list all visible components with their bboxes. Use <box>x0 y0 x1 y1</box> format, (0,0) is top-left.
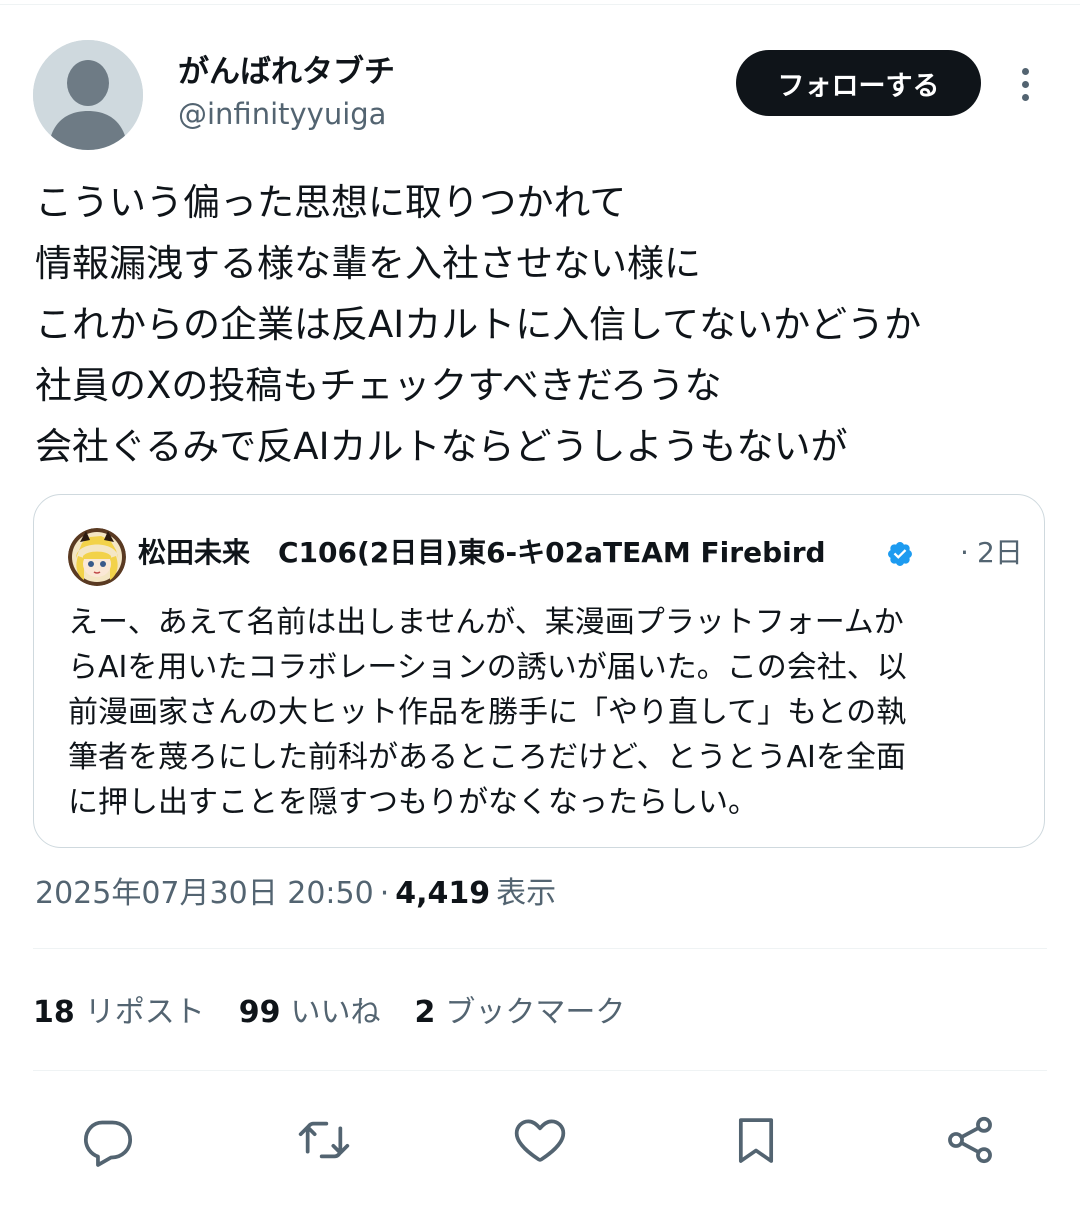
quote-timestamp[interactable]: 2日 <box>977 535 1023 571</box>
top-divider <box>0 4 1080 5</box>
bookmarks-count: 2 <box>414 995 436 1030</box>
quote-author-name[interactable]: 松田未来 C106(2日目)東6-キ02aTEAM Firebird <box>138 535 826 571</box>
quote-text-line: に押し出すことを隠すつもりがなくなったらしい。 <box>68 785 758 820</box>
tweet-text-line: これからの企業は反AIカルトに入信してないかどうか <box>35 303 922 346</box>
reposts-label: リポスト <box>84 995 205 1030</box>
bookmarks-label: ブックマーク <box>445 995 626 1030</box>
anime-avatar-icon <box>68 528 126 586</box>
meta-divider <box>33 948 1047 949</box>
tweet-text-line: 社員のXの投稿もチェックすべきだろうな <box>35 364 722 407</box>
likes-label: いいね <box>290 995 381 1030</box>
repost-icon[interactable] <box>296 1112 352 1168</box>
meta-separator: · <box>379 876 390 911</box>
stats-divider <box>33 1070 1047 1071</box>
share-icon[interactable] <box>942 1112 998 1168</box>
reposts-stat[interactable]: 18 リポスト <box>33 993 205 1033</box>
quote-text-line: 筆者を蔑ろにした前科があるところだけど、とうとうAIを全面 <box>68 740 906 775</box>
tweet-text: こういう偏った思想に取りつかれて 情報漏洩する様な輩を入社させない様に これから… <box>35 172 1045 477</box>
tweet-meta: 2025年07月30日 20:50 · 4,419 表示 <box>35 874 556 914</box>
author-avatar[interactable] <box>33 40 143 150</box>
views-count: 4,419 <box>395 876 491 911</box>
like-icon[interactable] <box>512 1112 568 1168</box>
likes-stat[interactable]: 99 いいね <box>239 993 381 1033</box>
quote-tweet-text: えー、あえて名前は出しませんが、某漫画プラットフォームか らAIを用いたコラボレ… <box>68 600 1013 825</box>
tweet-text-line: 情報漏洩する様な輩を入社させない様に <box>35 242 701 285</box>
tweet-timestamp[interactable]: 2025年07月30日 20:50 <box>35 876 374 911</box>
engagement-stats: 18 リポスト 99 いいね 2 ブックマーク <box>33 993 625 1033</box>
tweet-text-line: 会社ぐるみで反AIカルトならどうしようもないが <box>35 425 848 468</box>
more-vertical-icon[interactable] <box>1004 62 1046 106</box>
default-avatar-icon <box>33 40 143 150</box>
bookmarks-stat[interactable]: 2 ブックマーク <box>415 993 626 1033</box>
author-display-name[interactable]: がんばれタブチ <box>178 52 395 92</box>
bookmark-icon[interactable] <box>728 1112 784 1168</box>
author-handle[interactable]: @infinityyuiga <box>178 96 386 132</box>
likes-count: 99 <box>238 995 281 1030</box>
quote-tweet-card[interactable]: 松田未来 C106(2日目)東6-キ02aTEAM Firebird · 2日 … <box>33 494 1045 848</box>
quote-text-line: 前漫画家さんの大ヒット作品を勝手に「やり直して」もとの執 <box>68 695 907 730</box>
quote-separator: · <box>960 536 969 569</box>
quote-text-line: らAIを用いたコラボレーションの誘いが届いた。この会社、以 <box>68 650 907 685</box>
quote-text-line: えー、あえて名前は出しませんが、某漫画プラットフォームか <box>68 605 904 640</box>
quote-author-avatar[interactable] <box>68 528 126 586</box>
verified-badge-icon <box>888 542 912 566</box>
follow-button[interactable]: フォローする <box>736 50 981 116</box>
reposts-count: 18 <box>33 995 75 1030</box>
reply-icon[interactable] <box>80 1112 136 1168</box>
tweet-text-line: こういう偏った思想に取りつかれて <box>35 181 627 224</box>
views-label: 表示 <box>496 876 557 911</box>
